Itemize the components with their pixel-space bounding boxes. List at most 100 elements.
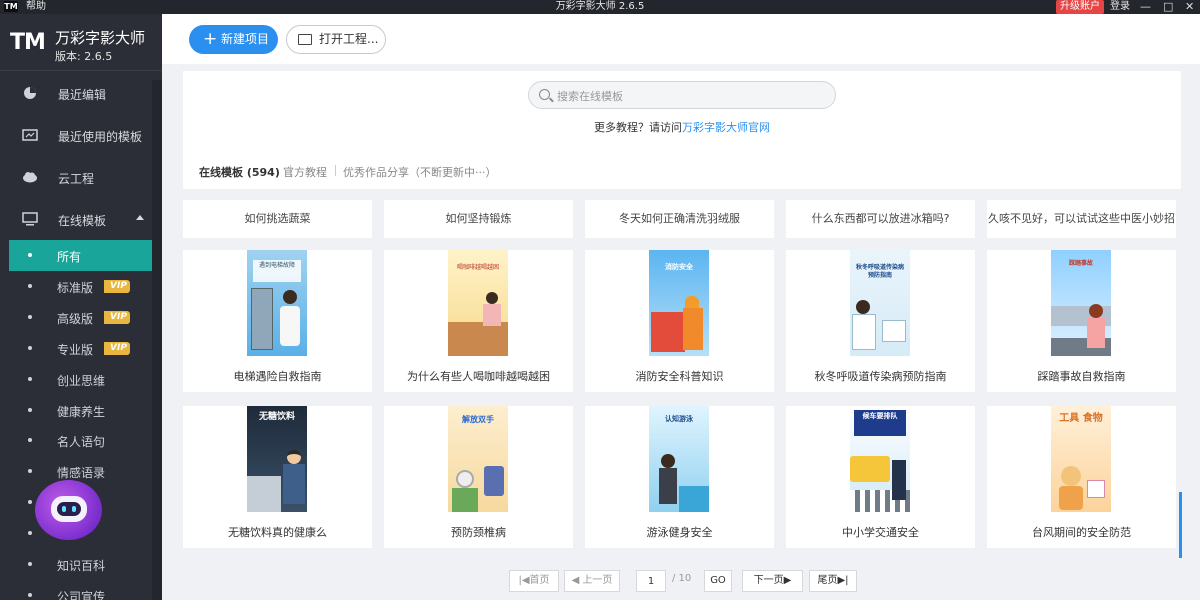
category-item[interactable]: 健康养生 bbox=[9, 395, 152, 426]
close-button[interactable]: ✕ bbox=[1185, 0, 1194, 14]
bullet-icon bbox=[28, 284, 32, 288]
category-label: 专业版 bbox=[57, 343, 94, 357]
person-head bbox=[1089, 304, 1103, 318]
new-project-button[interactable]: + 新建项目 bbox=[189, 25, 278, 54]
title-bar: TM 帮助 万彩字影大师 2.6.5 升级账户 登录 — □ ✕ bbox=[0, 0, 1200, 14]
next-page-button[interactable]: 下一页▶ bbox=[742, 570, 803, 592]
template-caption: 台风期间的安全防范 bbox=[1032, 526, 1131, 539]
content-scrollbar[interactable] bbox=[1179, 492, 1182, 558]
template-card[interactable]: 认知游泳 游泳健身安全 bbox=[585, 406, 774, 548]
template-caption: 消防安全科普知识 bbox=[635, 370, 724, 383]
person-head bbox=[283, 290, 297, 304]
robot-eye bbox=[72, 506, 76, 512]
bullet-icon bbox=[28, 438, 32, 442]
vip-badge: VIP bbox=[104, 280, 130, 293]
ai-assistant-robot-icon[interactable] bbox=[35, 480, 102, 540]
pool-water bbox=[679, 486, 709, 512]
divider bbox=[0, 70, 162, 71]
caret-up-icon[interactable] bbox=[136, 215, 144, 220]
login-button[interactable]: 登录 bbox=[1110, 0, 1130, 14]
category-item[interactable]: 所有 bbox=[9, 240, 152, 271]
category-item[interactable]: 名人语句 bbox=[9, 425, 152, 456]
person-head bbox=[486, 292, 498, 304]
tutorial-hint: 更多教程？请访问万彩字影大师官网 bbox=[183, 119, 1181, 135]
tab-divider bbox=[335, 165, 336, 176]
official-site-link[interactable]: 万彩字影大师官网 bbox=[682, 121, 770, 134]
chair bbox=[484, 466, 504, 496]
category-label: 标准版 bbox=[57, 281, 94, 295]
template-thumbnail: 认知游泳 bbox=[649, 406, 709, 512]
helmet bbox=[685, 296, 699, 308]
character-head bbox=[1061, 466, 1081, 486]
first-page-button[interactable]: |◀首页 bbox=[509, 570, 559, 592]
tip-card[interactable]: 久咳不见好，可以试试这些中医小妙招 bbox=[987, 200, 1176, 238]
open-project-label: 打开工程... bbox=[319, 32, 379, 46]
template-caption: 游泳健身安全 bbox=[646, 526, 713, 539]
person-body bbox=[280, 306, 300, 346]
category-item[interactable]: 公司宣传 bbox=[9, 580, 152, 600]
template-card[interactable]: 踩踏事故 踩踏事故自救指南 bbox=[987, 250, 1176, 392]
category-item[interactable]: 知识百科 bbox=[9, 549, 152, 580]
minimize-button[interactable]: — bbox=[1140, 0, 1151, 14]
upgrade-account-button[interactable]: 升级账户 bbox=[1056, 0, 1104, 14]
brand-version: 版本: 2.6.5 bbox=[55, 50, 113, 63]
last-page-button[interactable]: 尾页▶| bbox=[809, 570, 857, 592]
template-caption: 为什么有些人喝咖啡越喝越困 bbox=[407, 370, 550, 383]
category-item[interactable]: 高级版 VIP bbox=[9, 302, 152, 333]
search-box[interactable] bbox=[528, 81, 836, 109]
prev-page-button[interactable]: ◀ 上一页 bbox=[564, 570, 620, 592]
tab-official-tutorials[interactable]: 官方教程 bbox=[283, 164, 327, 180]
template-card[interactable]: 秋冬呼吸道传染病预防指南 秋冬呼吸道传染病预防指南 bbox=[786, 250, 975, 392]
tab-showcase[interactable]: 优秀作品分享（不断更新中···） bbox=[343, 164, 497, 180]
search-icon bbox=[539, 89, 550, 100]
category-label: 知识百科 bbox=[57, 559, 106, 573]
firefighter-body bbox=[683, 308, 703, 350]
template-caption: 秋冬呼吸道传染病预防指南 bbox=[814, 370, 947, 383]
bullet-icon bbox=[28, 377, 32, 381]
template-card[interactable]: 候车要排队 中小学交通安全 bbox=[786, 406, 975, 548]
search-panel: 更多教程？请访问万彩字影大师官网 bbox=[183, 71, 1181, 157]
nav-cloud[interactable]: 云工程 bbox=[0, 158, 162, 198]
tip-card[interactable]: 冬天如何正确清洗羽绒服 bbox=[585, 200, 774, 238]
nav-recent-edit-label: 最近编辑 bbox=[58, 88, 107, 102]
template-card[interactable]: 遇到电梯故障 电梯遇险自救指南 bbox=[183, 250, 372, 392]
pie-clock-icon bbox=[24, 87, 36, 99]
tip-card[interactable]: 如何坚持锻炼 bbox=[384, 200, 573, 238]
template-card[interactable]: 解放双手 预防颈椎病 bbox=[384, 406, 573, 548]
template-card[interactable]: 无糖饮料 无糖饮料真的健康么 bbox=[183, 406, 372, 548]
brand-block: TM 万彩字影大师 版本: 2.6.5 bbox=[0, 14, 162, 68]
nav-recent-edit[interactable]: 最近编辑 bbox=[0, 74, 162, 114]
category-label: 公司宣传 bbox=[57, 590, 106, 600]
category-item[interactable]: 创业思维 bbox=[9, 364, 152, 395]
go-button[interactable]: GO bbox=[704, 570, 732, 592]
robot-eye bbox=[62, 506, 66, 512]
template-card[interactable]: 消防安全 消防安全科普知识 bbox=[585, 250, 774, 392]
nav-recent-templates[interactable]: 最近使用的模板 bbox=[0, 116, 162, 156]
category-label: 健康养生 bbox=[57, 405, 106, 419]
main-area: + 新建项目 打开工程... 更多教程？请访问万彩字影大师官网 在线模板 (59… bbox=[162, 14, 1200, 600]
sidebar-scrollbar[interactable] bbox=[152, 80, 162, 600]
template-card[interactable]: 工具 食物 台风期间的安全防范 bbox=[987, 406, 1176, 548]
tabs-bar: 在线模板 (594) 官方教程 优秀作品分享（不断更新中···） bbox=[183, 151, 1181, 189]
page-number-input[interactable] bbox=[636, 570, 666, 592]
template-caption: 无糖饮料真的健康么 bbox=[228, 526, 327, 539]
thumbnail-text: 解放双手 bbox=[462, 415, 494, 424]
person-head bbox=[287, 450, 301, 464]
category-item[interactable]: 标准版 VIP bbox=[9, 271, 152, 302]
template-thumbnail: 无糖饮料 bbox=[247, 406, 307, 512]
character-body bbox=[1059, 486, 1083, 510]
tip-card[interactable]: 什么东西都可以放进冰箱吗? bbox=[786, 200, 975, 238]
open-project-button[interactable]: 打开工程... bbox=[286, 25, 386, 54]
tip-card[interactable]: 如何挑选蔬菜 bbox=[183, 200, 372, 238]
maximize-button[interactable]: □ bbox=[1163, 0, 1173, 14]
elevator-door bbox=[251, 288, 273, 350]
template-thumbnail: 消防安全 bbox=[649, 250, 709, 356]
template-thumbnail: 喝咖啡越喝越困 bbox=[448, 250, 508, 356]
category-item[interactable]: 专业版 VIP bbox=[9, 333, 152, 364]
search-input[interactable] bbox=[557, 88, 817, 104]
category-label: 创业思维 bbox=[57, 374, 106, 388]
nav-online-templates[interactable]: 在线模板 bbox=[0, 200, 162, 240]
tab-online-templates[interactable]: 在线模板 (594) bbox=[199, 164, 280, 180]
template-card[interactable]: 喝咖啡越喝越困 为什么有些人喝咖啡越喝越困 bbox=[384, 250, 573, 392]
thumbnail-text: 踩踏事故 bbox=[1068, 260, 1093, 267]
